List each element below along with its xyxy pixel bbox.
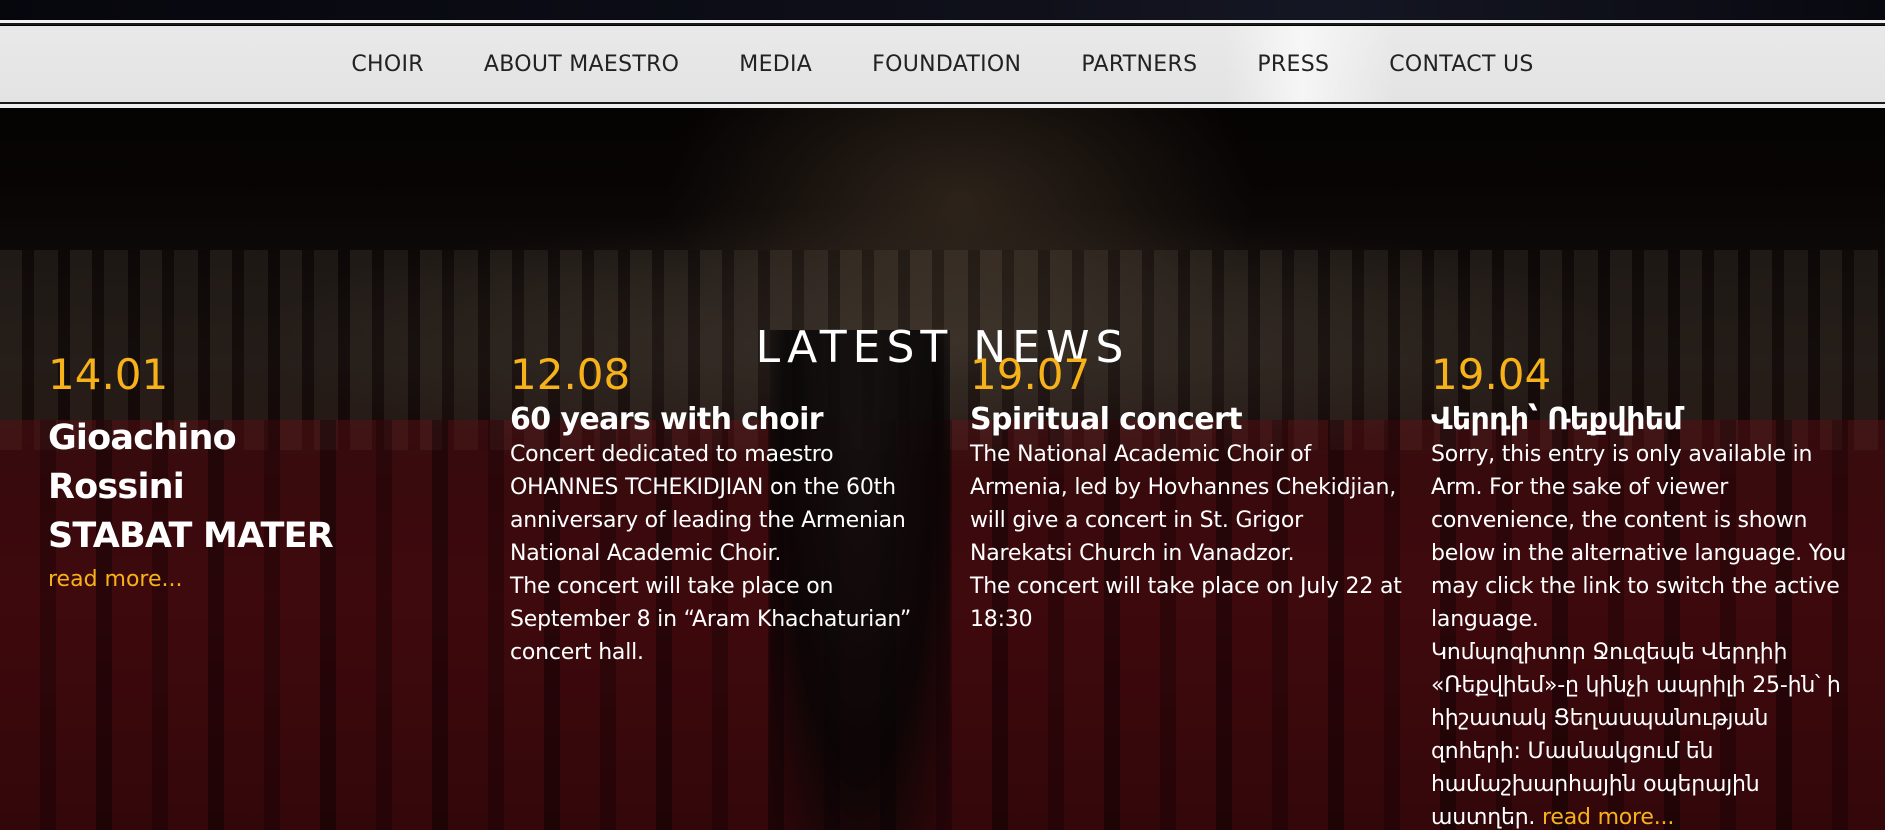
nav-item-contact-us[interactable]: CONTACT US (1359, 52, 1563, 77)
nav-item-media[interactable]: MEDIA (709, 52, 842, 77)
news-item: 14.01 Gioachino Rossini STABAT MATER rea… (48, 350, 378, 596)
nav-item-partners[interactable]: PARTNERS (1051, 52, 1227, 77)
news-text: Sorry, this entry is only available in A… (1431, 442, 1847, 632)
news-title[interactable]: Spiritual concert (970, 402, 1405, 438)
news-item: 19.04 Վերդի՝ Ռեքվիեմ Sorry, this entry i… (1431, 350, 1861, 830)
news-text: Concert dedicated to maestro OHANNES TCH… (510, 442, 906, 566)
main-navigation: CHOIR ABOUT MAESTRO MEDIA FOUNDATION PAR… (0, 20, 1885, 108)
nav-items: CHOIR ABOUT MAESTRO MEDIA FOUNDATION PAR… (0, 26, 1885, 102)
nav-item-about-maestro[interactable]: ABOUT MAESTRO (454, 52, 709, 77)
news-title-line: STABAT MATER (48, 516, 334, 556)
news-text-armenian: Կոմպոզիտոր Ջուզեպե Վերդիի «Ռեքվիեմ»-ը կի… (1431, 636, 1861, 830)
news-date: 19.04 (1431, 350, 1552, 399)
nav-border-top-inner (0, 23, 1885, 25)
news-date: 19.07 (970, 350, 1091, 399)
news-date: 12.08 (510, 350, 631, 399)
page: CHOIR ABOUT MAESTRO MEDIA FOUNDATION PAR… (0, 0, 1885, 830)
news-title[interactable]: Վերդի՝ Ռեքվիեմ (1431, 402, 1861, 438)
nav-item-press[interactable]: PRESS (1227, 52, 1359, 77)
news-text: The National Academic Choir of Armenia, … (970, 442, 1397, 566)
read-more-link[interactable]: read more... (1542, 805, 1674, 830)
news-text: The concert will take place on July 22 a… (970, 574, 1402, 632)
nav-item-choir[interactable]: CHOIR (321, 52, 454, 77)
news-title-line: Gioachino Rossini (48, 418, 237, 507)
read-more-link[interactable]: read more... (48, 563, 378, 596)
news-item: 19.07 Spiritual concert The National Aca… (970, 350, 1405, 636)
nav-border-bottom (0, 104, 1885, 108)
news-title[interactable]: 60 years with choir (510, 402, 945, 438)
news-item: 12.08 60 years with choir Concert dedica… (510, 350, 945, 669)
news-title[interactable]: Gioachino Rossini STABAT MATER (48, 414, 378, 561)
news-text: The concert will take place on September… (510, 574, 912, 665)
news-date: 14.01 (48, 350, 169, 399)
nav-item-foundation[interactable]: FOUNDATION (842, 52, 1051, 77)
news-text-armenian-body: Կոմպոզիտոր Ջուզեպե Վերդիի «Ռեքվիեմ»-ը կի… (1431, 640, 1841, 830)
